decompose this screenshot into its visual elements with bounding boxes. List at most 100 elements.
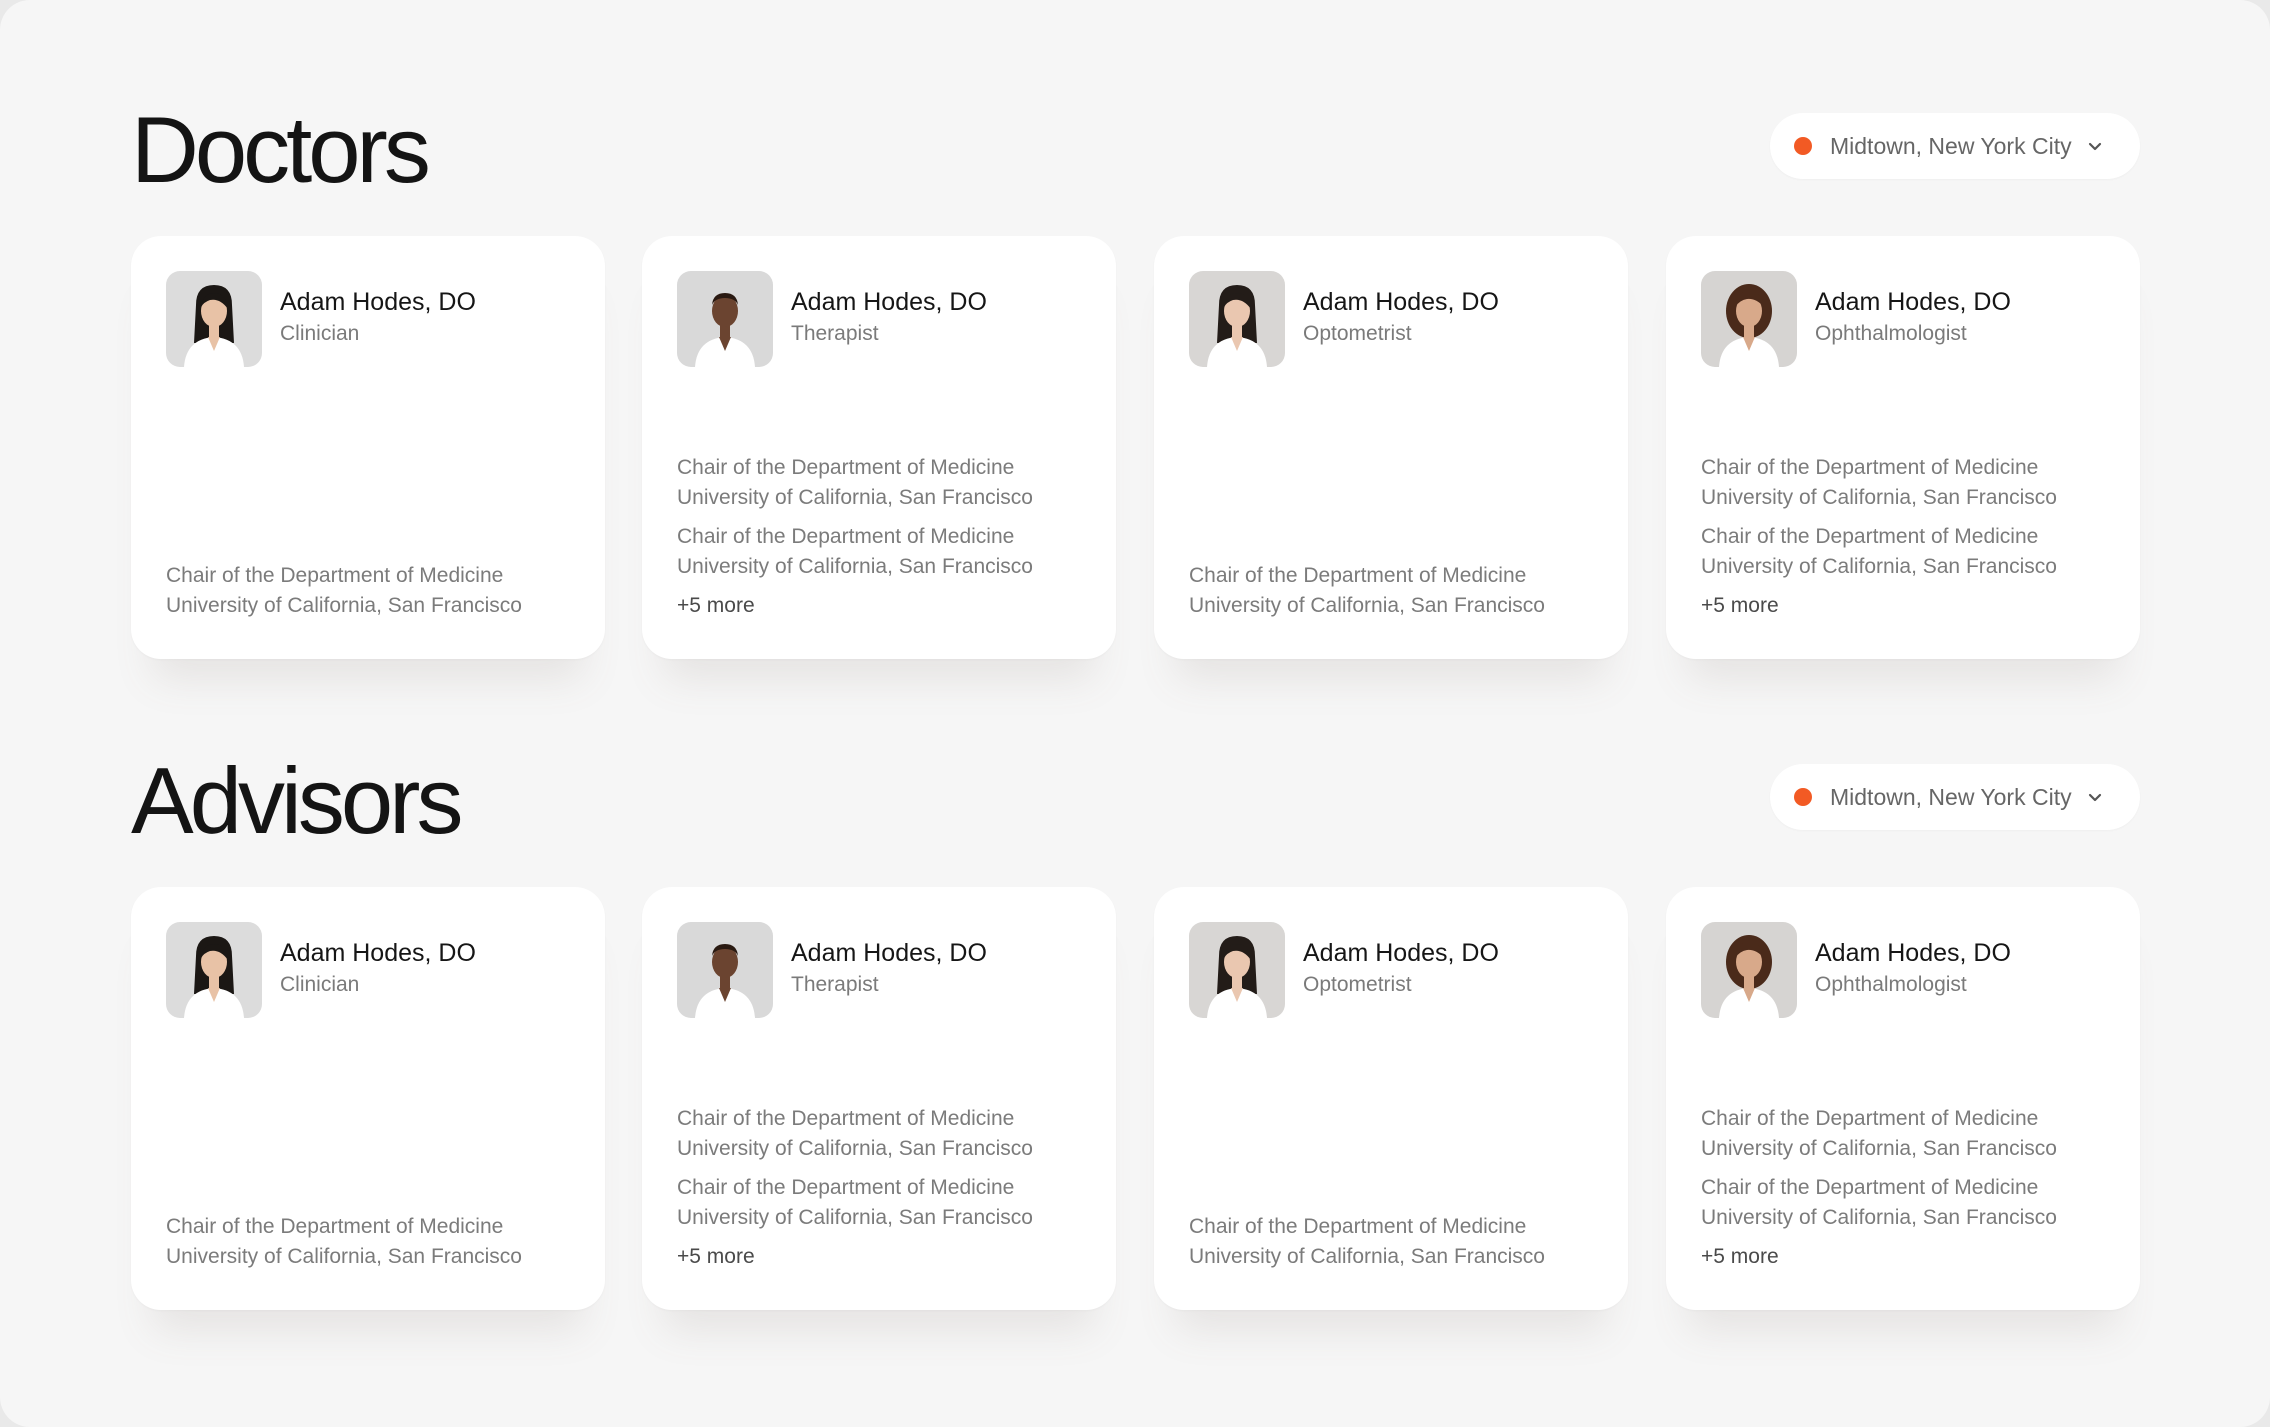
portrait-photo bbox=[1701, 271, 1797, 367]
credential-institution: University of California, San Francisco bbox=[677, 1206, 1033, 1229]
credential: Chair of the Department of Medicine Univ… bbox=[677, 1104, 1096, 1164]
credential-title: Chair of the Department of Medicine bbox=[1701, 1107, 2039, 1130]
portrait-photo bbox=[166, 271, 262, 367]
credential-institution: University of California, San Francisco bbox=[677, 1137, 1033, 1160]
chevron-down-icon bbox=[2088, 142, 2101, 151]
credential-institution: University of California, San Francisco bbox=[1701, 555, 2057, 578]
credential: Chair of the Department of Medicine Univ… bbox=[1701, 453, 2120, 513]
person-card[interactable]: Adam Hodes, DO Therapist Chair of the De… bbox=[642, 887, 1116, 1310]
portrait-photo bbox=[677, 922, 773, 1018]
credentials: Chair of the Department of Medicine Univ… bbox=[1189, 1212, 1608, 1272]
credential-institution: University of California, San Francisco bbox=[677, 555, 1033, 578]
chevron-down-icon bbox=[2088, 793, 2101, 802]
avatar bbox=[1189, 271, 1285, 367]
credential: Chair of the Department of Medicine Univ… bbox=[677, 1173, 1096, 1233]
credentials: Chair of the Department of Medicine Univ… bbox=[677, 453, 1096, 621]
credential: Chair of the Department of Medicine Univ… bbox=[166, 561, 585, 621]
avatar bbox=[1701, 922, 1797, 1018]
person-role: Clinician bbox=[280, 973, 360, 996]
credential-institution: University of California, San Francisco bbox=[1189, 1245, 1545, 1268]
page-canvas: Doctors Midtown, New York City Adam Hode… bbox=[0, 0, 2270, 1427]
credential-title: Chair of the Department of Medicine bbox=[1189, 564, 1527, 587]
credential-title: Chair of the Department of Medicine bbox=[1701, 456, 2039, 479]
portrait-photo bbox=[1189, 922, 1285, 1018]
person-name: Adam Hodes, DO bbox=[791, 288, 987, 316]
credential-institution: University of California, San Francisco bbox=[677, 486, 1033, 509]
portrait-photo bbox=[166, 922, 262, 1018]
person-role: Clinician bbox=[280, 322, 360, 345]
location-dot-icon bbox=[1794, 788, 1812, 806]
card-grid: Adam Hodes, DO Clinician Chair of the De… bbox=[131, 887, 2140, 1310]
credential-title: Chair of the Department of Medicine bbox=[677, 1176, 1015, 1199]
credential-title: Chair of the Department of Medicine bbox=[166, 564, 504, 587]
credentials: Chair of the Department of Medicine Univ… bbox=[1701, 1104, 2120, 1272]
more-credentials-link[interactable]: +5 more bbox=[677, 1242, 1096, 1272]
location-label: Midtown, New York City bbox=[1830, 132, 2072, 159]
credential-title: Chair of the Department of Medicine bbox=[1701, 525, 2039, 548]
credential: Chair of the Department of Medicine Univ… bbox=[677, 522, 1096, 582]
person-card[interactable]: Adam Hodes, DO Ophthalmologist Chair of … bbox=[1666, 887, 2140, 1310]
person-role: Ophthalmologist bbox=[1815, 322, 1967, 345]
credential-institution: University of California, San Francisco bbox=[166, 594, 522, 617]
avatar bbox=[1701, 271, 1797, 367]
credential-title: Chair of the Department of Medicine bbox=[677, 525, 1015, 548]
avatar bbox=[677, 922, 773, 1018]
card-grid: Adam Hodes, DO Clinician Chair of the De… bbox=[131, 236, 2140, 659]
credential-title: Chair of the Department of Medicine bbox=[677, 456, 1015, 479]
person-card[interactable]: Adam Hodes, DO Ophthalmologist Chair of … bbox=[1666, 236, 2140, 659]
person-card[interactable]: Adam Hodes, DO Optometrist Chair of the … bbox=[1154, 887, 1628, 1310]
credential-title: Chair of the Department of Medicine bbox=[677, 1107, 1015, 1130]
portrait-photo bbox=[1189, 271, 1285, 367]
person-card[interactable]: Adam Hodes, DO Optometrist Chair of the … bbox=[1154, 236, 1628, 659]
person-role: Optometrist bbox=[1303, 322, 1412, 345]
portrait-photo bbox=[677, 271, 773, 367]
credential-title: Chair of the Department of Medicine bbox=[166, 1215, 504, 1238]
credentials: Chair of the Department of Medicine Univ… bbox=[1189, 561, 1608, 621]
section-title: Advisors bbox=[131, 748, 463, 853]
credential-institution: University of California, San Francisco bbox=[1701, 1137, 2057, 1160]
location-dropdown[interactable]: Midtown, New York City bbox=[1770, 764, 2140, 830]
person-name: Adam Hodes, DO bbox=[280, 939, 476, 967]
credential: Chair of the Department of Medicine Univ… bbox=[1701, 522, 2120, 582]
avatar bbox=[166, 271, 262, 367]
credential-institution: University of California, San Francisco bbox=[166, 1245, 522, 1268]
person-name: Adam Hodes, DO bbox=[1303, 939, 1499, 967]
credential-institution: University of California, San Francisco bbox=[1701, 1206, 2057, 1229]
credential-title: Chair of the Department of Medicine bbox=[1701, 1176, 2039, 1199]
credential: Chair of the Department of Medicine Univ… bbox=[1701, 1104, 2120, 1164]
more-credentials-link[interactable]: +5 more bbox=[1701, 1242, 2120, 1272]
avatar bbox=[1189, 922, 1285, 1018]
person-name: Adam Hodes, DO bbox=[280, 288, 476, 316]
credentials: Chair of the Department of Medicine Univ… bbox=[166, 561, 585, 621]
credential-institution: University of California, San Francisco bbox=[1701, 486, 2057, 509]
person-role: Optometrist bbox=[1303, 973, 1412, 996]
person-role: Therapist bbox=[791, 973, 879, 996]
credential: Chair of the Department of Medicine Univ… bbox=[1189, 1212, 1608, 1272]
credential: Chair of the Department of Medicine Univ… bbox=[166, 1212, 585, 1272]
credential: Chair of the Department of Medicine Univ… bbox=[1189, 561, 1608, 621]
section-title: Doctors bbox=[131, 97, 431, 202]
person-name: Adam Hodes, DO bbox=[1815, 939, 2011, 967]
person-name: Adam Hodes, DO bbox=[1303, 288, 1499, 316]
credential-title: Chair of the Department of Medicine bbox=[1189, 1215, 1527, 1238]
portrait-photo bbox=[1701, 922, 1797, 1018]
person-name: Adam Hodes, DO bbox=[1815, 288, 2011, 316]
credentials: Chair of the Department of Medicine Univ… bbox=[166, 1212, 585, 1272]
more-credentials-link[interactable]: +5 more bbox=[677, 591, 1096, 621]
person-card[interactable]: Adam Hodes, DO Clinician Chair of the De… bbox=[131, 236, 605, 659]
location-dropdown[interactable]: Midtown, New York City bbox=[1770, 113, 2140, 179]
person-role: Ophthalmologist bbox=[1815, 973, 1967, 996]
more-credentials-link[interactable]: +5 more bbox=[1701, 591, 2120, 621]
person-card[interactable]: Adam Hodes, DO Clinician Chair of the De… bbox=[131, 887, 605, 1310]
credentials: Chair of the Department of Medicine Univ… bbox=[1701, 453, 2120, 621]
person-card[interactable]: Adam Hodes, DO Therapist Chair of the De… bbox=[642, 236, 1116, 659]
location-dot-icon bbox=[1794, 137, 1812, 155]
credential: Chair of the Department of Medicine Univ… bbox=[1701, 1173, 2120, 1233]
person-name: Adam Hodes, DO bbox=[791, 939, 987, 967]
avatar bbox=[166, 922, 262, 1018]
credential: Chair of the Department of Medicine Univ… bbox=[677, 453, 1096, 513]
location-label: Midtown, New York City bbox=[1830, 783, 2072, 810]
avatar bbox=[677, 271, 773, 367]
credential-institution: University of California, San Francisco bbox=[1189, 594, 1545, 617]
person-role: Therapist bbox=[791, 322, 879, 345]
